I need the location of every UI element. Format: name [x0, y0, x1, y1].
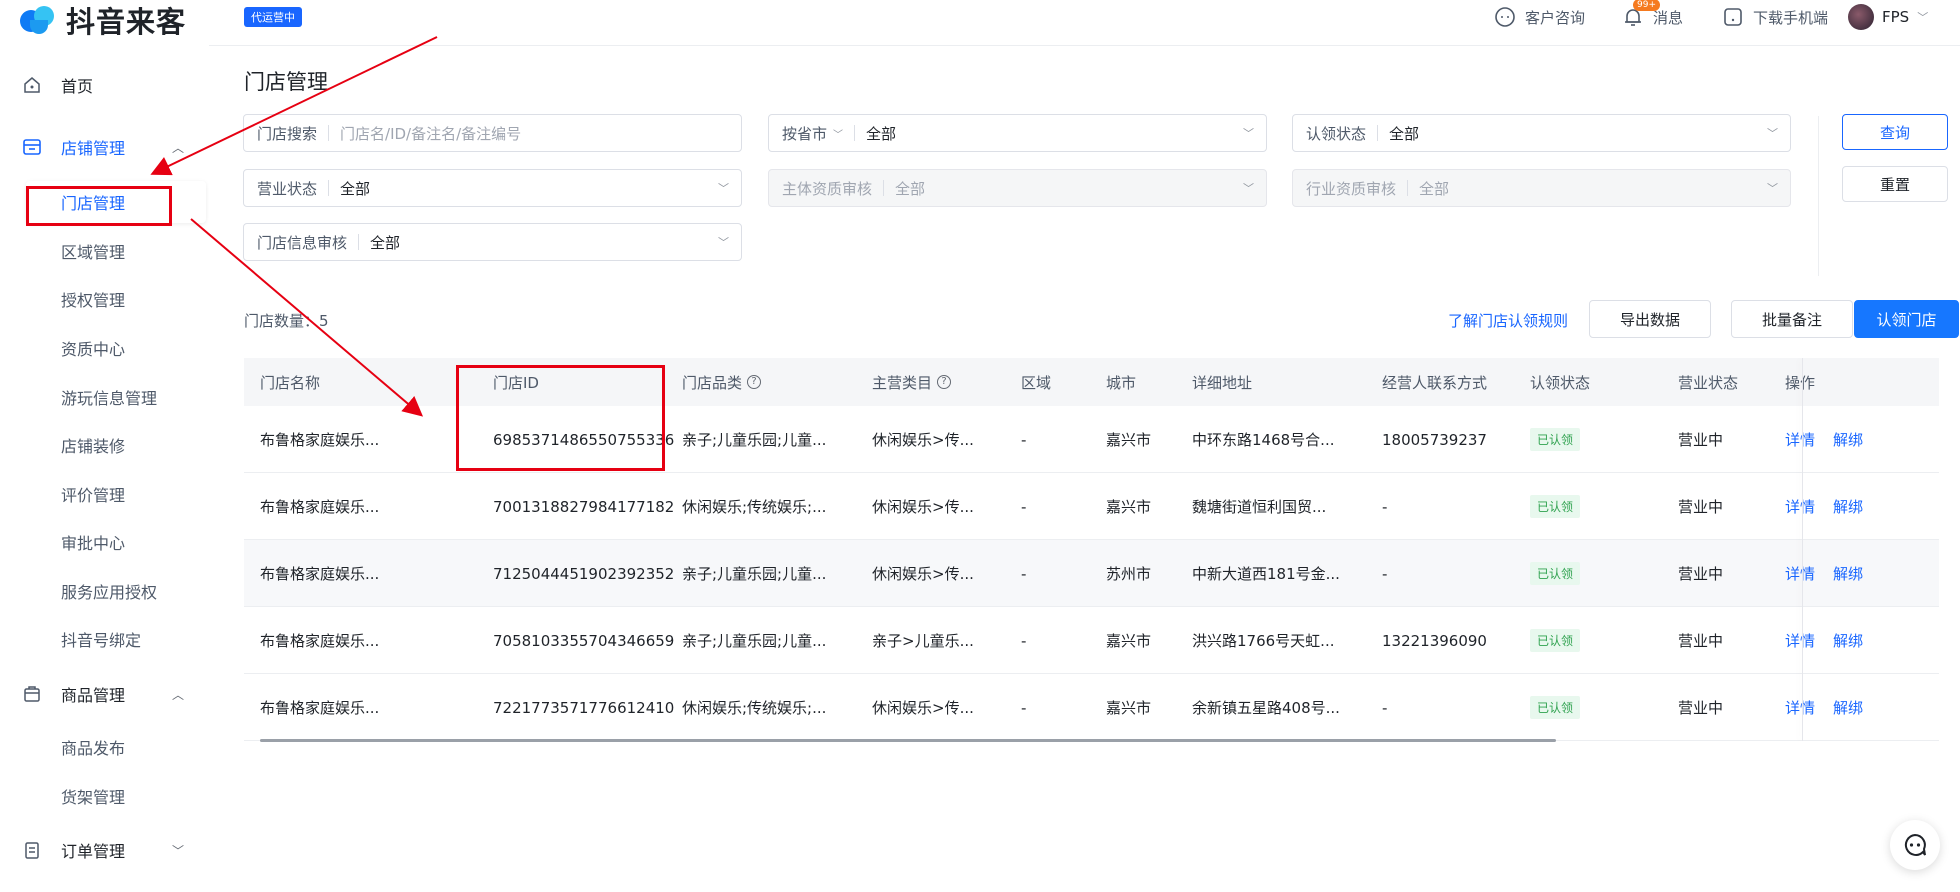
- help-icon[interactable]: ?: [937, 375, 952, 389]
- store-icon: [22, 137, 42, 157]
- claim-rules-link[interactable]: 了解门店认领规则: [1448, 310, 1568, 331]
- col-business-status: 营业状态: [1678, 373, 1739, 392]
- message-count-badge: 99+: [1633, 0, 1660, 11]
- col-actions: 操作: [1785, 373, 1816, 392]
- chevron-down-icon: ﹀: [1767, 127, 1778, 140]
- col-city: 城市: [1106, 373, 1137, 392]
- sidebar: 抖音来客 首页 店铺管理 ︿ 门店管理 区域管理 授权管理 资质中心 游玩信息管…: [0, 0, 209, 892]
- reset-button[interactable]: 重置: [1842, 166, 1948, 202]
- detail-link[interactable]: 详情: [1785, 429, 1815, 450]
- unbind-link[interactable]: 解绑: [1833, 563, 1863, 584]
- table-row: 布鲁格家庭娱乐... 7001318827984177182 休闲娱乐;传统娱乐…: [244, 473, 1939, 540]
- col-claim-status: 认领状态: [1530, 373, 1591, 392]
- status-badge: 已认领: [1530, 696, 1581, 719]
- top-header: 代运营中 客户咨询 99+ 消息 下载手机端 FPS ﹀: [209, 0, 1960, 46]
- chevron-down-icon: ﹀: [1917, 11, 1929, 24]
- status-badge: 已认领: [1530, 428, 1581, 451]
- chevron-down-icon: ﹀: [172, 843, 185, 858]
- claim-status-select[interactable]: 认领状态 全部 ﹀: [1292, 114, 1791, 152]
- status-badge: 已认领: [1530, 629, 1581, 652]
- unbind-link[interactable]: 解绑: [1833, 697, 1863, 718]
- chat-icon: [1493, 5, 1517, 29]
- sidebar-item-reviews[interactable]: 评价管理: [0, 474, 209, 514]
- table-row: 布鲁格家庭娱乐... 7221773571776612410 休闲娱乐;传统娱乐…: [244, 674, 1939, 741]
- logo-text: 抖音来客: [66, 5, 187, 39]
- col-store-name: 门店名称: [260, 373, 321, 392]
- col-category: 门店品类?: [682, 358, 762, 406]
- store-search-input[interactable]: 门店搜索 门店名/ID/备注名/备注编号: [243, 114, 742, 152]
- status-badge: 已认领: [1530, 495, 1581, 518]
- claim-store-button[interactable]: 认领门店: [1854, 300, 1959, 338]
- annotation-box-sidebar: [26, 186, 172, 226]
- detail-link[interactable]: 详情: [1785, 697, 1815, 718]
- chevron-down-icon: ﹀: [833, 129, 844, 141]
- horizontal-scrollbar[interactable]: [260, 739, 1556, 742]
- goods-icon: [22, 684, 42, 704]
- table-row: 布鲁格家庭娱乐... 7125044451902392352 亲子;儿童乐园;儿…: [244, 540, 1939, 607]
- page-title: 门店管理: [244, 70, 328, 94]
- col-contact: 经营人联系方式: [1382, 373, 1488, 392]
- download-app-button[interactable]: 下载手机端: [1721, 0, 1828, 34]
- subject-qualification-select[interactable]: 主体资质审核 全部 ﹀: [768, 169, 1267, 207]
- home-icon: [22, 75, 42, 95]
- query-button[interactable]: 查询: [1842, 114, 1948, 150]
- store-count: 门店数量：5: [244, 312, 329, 330]
- clipboard-icon: [22, 840, 42, 860]
- chevron-down-icon: ﹀: [718, 236, 729, 249]
- chevron-down-icon: ﹀: [718, 182, 729, 195]
- floating-service-button[interactable]: [1890, 820, 1940, 870]
- table-row: 布鲁格家庭娱乐... 7058103355704346659 亲子;儿童乐园;儿…: [244, 607, 1939, 674]
- customer-service-button[interactable]: 客户咨询: [1493, 0, 1585, 34]
- nav-order-group[interactable]: 订单管理 ﹀: [0, 828, 209, 872]
- sidebar-item-approval[interactable]: 审批中心: [0, 522, 209, 562]
- col-region: 区域: [1021, 373, 1052, 392]
- sidebar-item-region[interactable]: 区域管理: [0, 231, 209, 271]
- sidebar-item-goods-publish[interactable]: 商品发布: [0, 727, 209, 767]
- chevron-up-icon: ︿: [172, 140, 185, 155]
- logo[interactable]: 抖音来客: [20, 0, 186, 40]
- sidebar-item-qualification[interactable]: 资质中心: [0, 328, 209, 368]
- bell-icon: 99+: [1621, 0, 1660, 29]
- industry-qualification-select[interactable]: 行业资质审核 全部 ﹀: [1292, 169, 1791, 207]
- sidebar-item-play-info[interactable]: 游玩信息管理: [0, 377, 209, 417]
- chevron-down-icon: ﹀: [1243, 182, 1254, 195]
- fixed-column-divider: [1802, 358, 1803, 741]
- status-badge: 已认领: [1530, 562, 1581, 585]
- nav-goods-group[interactable]: 商品管理 ︿: [0, 672, 209, 716]
- help-icon[interactable]: ?: [747, 375, 762, 389]
- nav-store-group[interactable]: 店铺管理 ︿: [0, 125, 209, 169]
- col-main-category: 主营类目?: [872, 358, 952, 406]
- logo-icon: [20, 4, 58, 36]
- sidebar-item-authorization[interactable]: 授权管理: [0, 279, 209, 319]
- sidebar-item-douyin-bind[interactable]: 抖音号绑定: [0, 619, 209, 659]
- agent-badge: 代运营中: [244, 7, 302, 27]
- user-menu[interactable]: FPS ﹀: [1848, 0, 1928, 34]
- chevron-up-icon: ︿: [172, 687, 185, 702]
- avatar: [1848, 4, 1874, 30]
- unbind-link[interactable]: 解绑: [1833, 630, 1863, 651]
- robot-chat-icon: [1904, 833, 1926, 856]
- divider: [1818, 116, 1819, 276]
- phone-icon: [1721, 5, 1745, 29]
- messages-button[interactable]: 99+ 消息: [1621, 0, 1683, 34]
- batch-note-button[interactable]: 批量备注: [1731, 300, 1853, 338]
- nav-home[interactable]: 首页: [0, 63, 209, 107]
- province-city-select[interactable]: 按省市 ﹀ 全部 ﹀: [768, 114, 1267, 152]
- business-status-select[interactable]: 营业状态 全部 ﹀: [243, 169, 742, 207]
- unbind-link[interactable]: 解绑: [1833, 496, 1863, 517]
- export-data-button[interactable]: 导出数据: [1589, 300, 1711, 338]
- sidebar-item-shelf[interactable]: 货架管理: [0, 776, 209, 816]
- annotation-box-store-id: [456, 365, 665, 471]
- col-address: 详细地址: [1192, 373, 1253, 392]
- sidebar-item-app-auth[interactable]: 服务应用授权: [0, 571, 209, 611]
- chevron-down-icon: ﹀: [1243, 127, 1254, 140]
- chevron-down-icon: ﹀: [1767, 182, 1778, 195]
- unbind-link[interactable]: 解绑: [1833, 429, 1863, 450]
- detail-link[interactable]: 详情: [1785, 630, 1815, 651]
- sidebar-item-decoration[interactable]: 店铺装修: [0, 425, 209, 465]
- detail-link[interactable]: 详情: [1785, 563, 1815, 584]
- store-info-review-select[interactable]: 门店信息审核 全部 ﹀: [243, 223, 742, 261]
- detail-link[interactable]: 详情: [1785, 496, 1815, 517]
